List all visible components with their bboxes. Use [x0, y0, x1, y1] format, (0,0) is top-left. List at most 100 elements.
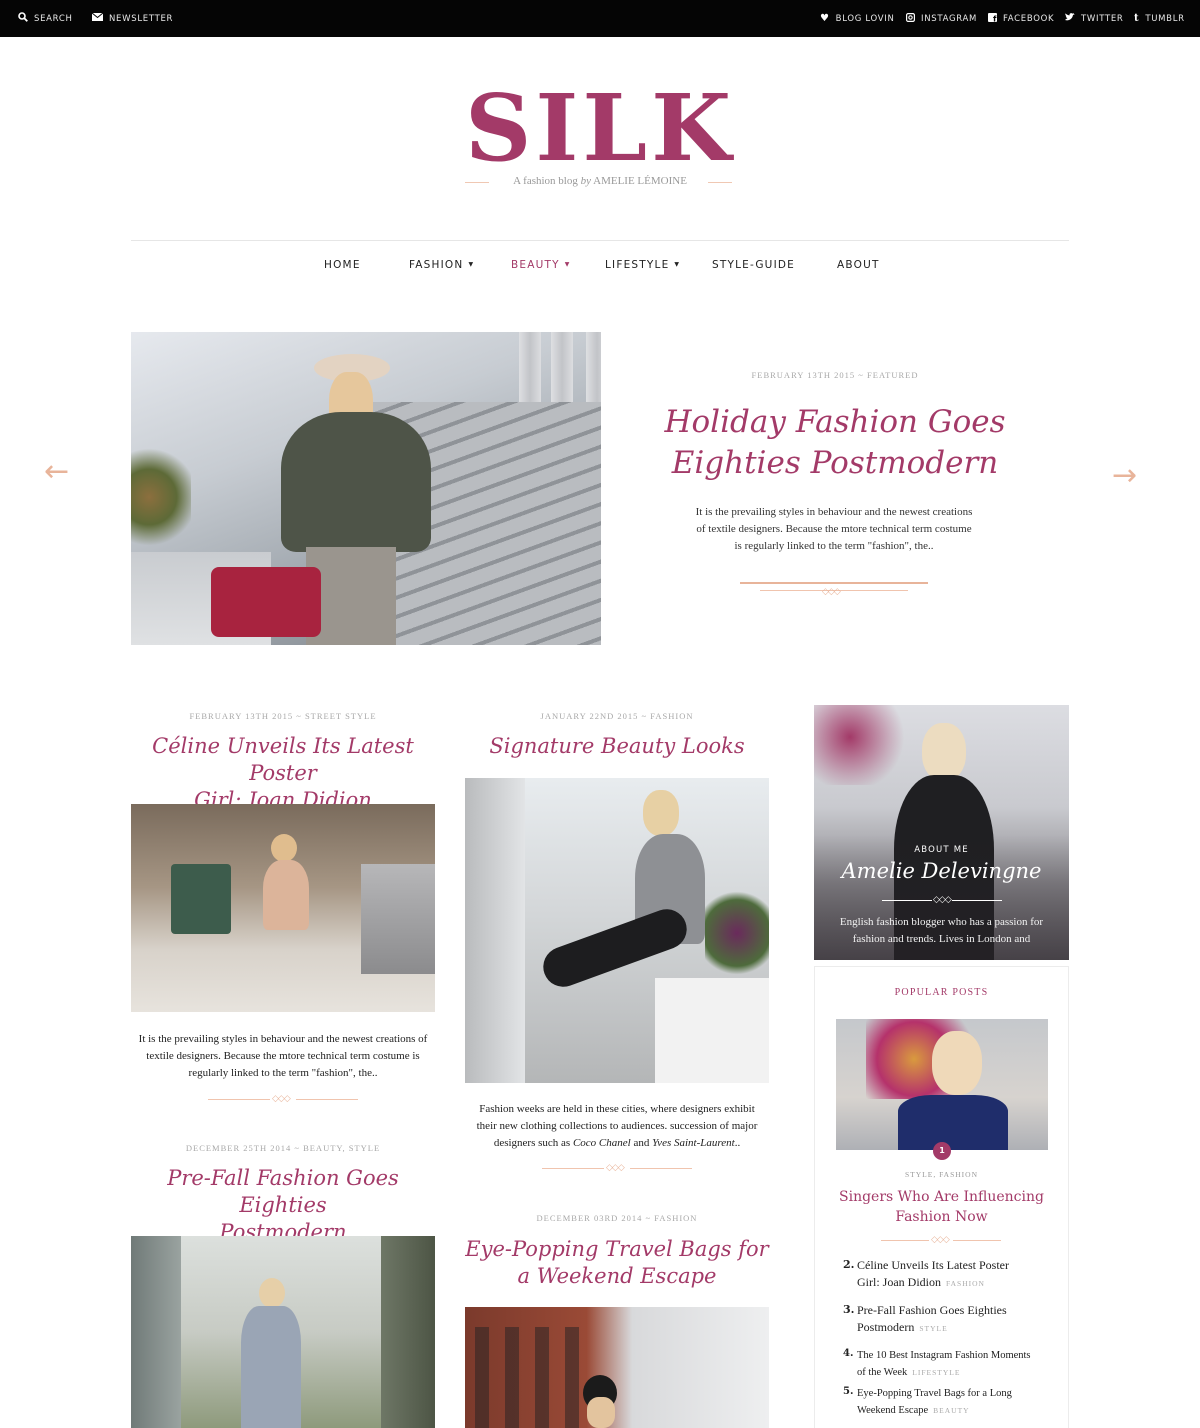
search-label: SEARCH [34, 13, 73, 24]
popular-item-3-number: 3. [843, 1303, 855, 1316]
popular-ornament-divider: ◇◇◇ [881, 1235, 1001, 1247]
graffiti-decoration [814, 705, 904, 785]
post3-title[interactable]: Pre-Fall Fashion Goes Eighties Postmoder… [131, 1165, 435, 1246]
post4-image[interactable] [465, 1307, 769, 1428]
facebook-link[interactable]: f FACEBOOK [988, 0, 1054, 37]
popular-heading: POPULAR POSTS [894, 987, 989, 998]
popular-rank-badge: 1 [933, 1142, 951, 1160]
envelope-icon [91, 12, 104, 24]
top-bar: SEARCH NEWSLETTER ♥ BLOG LOVIN INSTAGRAM… [0, 0, 1200, 37]
tagline-by: by [580, 175, 591, 187]
search-icon [18, 12, 28, 25]
heart-icon: ♥ [820, 13, 830, 24]
tagline-rule-right [708, 182, 732, 183]
popular-item-2-line1: Céline Unveils Its Latest Poster [857, 1258, 1009, 1272]
about-ornament-divider: ◇◇◇ [882, 895, 1002, 907]
popular-item-3-category[interactable]: STYLE [919, 1324, 947, 1333]
nav-beauty[interactable]: BEAUTY ▼ [511, 259, 571, 271]
slider-next-arrow-icon[interactable]: → [1112, 458, 1137, 493]
post4-meta: DECEMBER 03RD 2014 ~ FASHION [536, 1213, 698, 1223]
popular-item-2-number: 2. [843, 1258, 855, 1271]
post3-meta: DECEMBER 25TH 2014 ~ BEAUTY, STYLE [185, 1143, 381, 1153]
post1-meta: FEBRUARY 13TH 2015 ~ STREET STYLE [189, 711, 377, 721]
svg-text:f: f [993, 14, 997, 21]
featured-meta: FEBRUARY 13TH 2015 ~ FEATURED [751, 370, 919, 380]
nav-lifestyle[interactable]: LIFESTYLE ▼ [605, 259, 680, 271]
popular-item-5[interactable]: Eye-Popping Travel Bags for a Long Weeke… [857, 1385, 1062, 1419]
tagline-name: AMELIE LÉMOINE [590, 175, 687, 187]
slider-prev-arrow-icon[interactable]: ← [44, 454, 69, 489]
post2-excerpt-line3: designers such as Coco Chanel and Yves S… [465, 1135, 769, 1152]
post3-image[interactable] [131, 1236, 435, 1428]
post2-excerpt-line3-pre: designers such as [493, 1137, 573, 1149]
popular-item-4-line1: The 10 Best Instagram Fashion Moments [857, 1350, 1031, 1361]
nav-home[interactable]: HOME [324, 259, 361, 271]
popular-item-3[interactable]: Pre-Fall Fashion Goes Eighties Postmoder… [857, 1302, 1057, 1337]
popular-item-5-line2: Weekend Escape [857, 1405, 929, 1416]
facebook-icon: f [988, 12, 997, 25]
post1-image[interactable] [131, 804, 435, 1012]
newsletter-link[interactable]: NEWSLETTER [91, 0, 174, 37]
post2-title[interactable]: Signature Beauty Looks [465, 733, 769, 760]
bloglovin-label: BLOG LOVIN [835, 13, 895, 24]
site-logo[interactable]: SILK [0, 82, 1200, 174]
search-link[interactable]: SEARCH [18, 0, 73, 37]
nav-divider [131, 240, 1069, 241]
popular-item-4[interactable]: The 10 Best Instagram Fashion Moments of… [857, 1347, 1062, 1381]
popular-item-4-line2: of the Week [857, 1367, 908, 1378]
popular-item-2-category[interactable]: FASHION [946, 1279, 985, 1288]
popular-item-5-line1: Eye-Popping Travel Bags for a Long [857, 1388, 1012, 1399]
featured-image[interactable] [131, 332, 601, 645]
about-bio: English fashion blogger who has a passio… [814, 914, 1069, 948]
post4-title-line2: a Weekend Escape [517, 1264, 717, 1288]
nav-style-guide[interactable]: STYLE-GUIDE [712, 259, 795, 271]
facebook-label: FACEBOOK [1003, 13, 1055, 24]
post1-excerpt-line2: textile designers. Because the mtore tec… [146, 1050, 420, 1062]
post4-title[interactable]: Eye-Popping Travel Bags for a Weekend Es… [465, 1236, 769, 1290]
nav-beauty-label: BEAUTY [511, 259, 560, 271]
popular-item-5-category[interactable]: BEAUTY [933, 1406, 969, 1415]
nav-fashion[interactable]: FASHION ▼ [409, 259, 474, 271]
featured-excerpt-line1: It is the prevailing styles in behaviour… [695, 506, 973, 518]
popular-item-2[interactable]: Céline Unveils Its Latest Poster Girl: J… [857, 1257, 1057, 1292]
about-name: Amelie Delevingne [841, 859, 1042, 883]
featured-ornament-divider: ◇◇◇ [740, 577, 928, 597]
about-me-widget[interactable]: ABOUT ME Amelie Delevingne ◇◇◇ English f… [814, 705, 1069, 960]
popular-featured-title-line2: Fashion Now [895, 1209, 988, 1225]
twitter-link[interactable]: TWITTER [1065, 0, 1124, 37]
post2-meta: JANUARY 22ND 2015 ~ FASHION [540, 711, 694, 721]
bloglovin-link[interactable]: ♥ BLOG LOVIN [820, 0, 895, 37]
post2-excerpt-name1: Coco Chanel [572, 1137, 631, 1149]
caret-down-icon: ▼ [674, 261, 681, 268]
post4-title-line1: Eye-Popping Travel Bags for [465, 1237, 769, 1261]
post2-excerpt-line2: their new clothing collections to audien… [476, 1120, 758, 1132]
featured-excerpt-line3: is regularly linked to the term "fashion… [734, 540, 934, 552]
twitter-label: TWITTER [1081, 13, 1124, 24]
post1-excerpt: It is the prevailing styles in behaviour… [131, 1031, 435, 1082]
nav-fashion-label: FASHION [409, 259, 464, 271]
post2-title-line1: Signature Beauty Looks [489, 734, 745, 758]
popular-posts-widget: POPULAR POSTS 1 STYLE, FASHION Singers W… [814, 966, 1069, 1428]
featured-title-line2: Eighties Postmodern [671, 445, 999, 481]
site-tagline: A fashion blog by AMELIE LÉMOINE [0, 175, 1200, 187]
newsletter-label: NEWSLETTER [109, 13, 174, 24]
popular-featured-image[interactable] [836, 1019, 1048, 1150]
popular-item-3-line1: Pre-Fall Fashion Goes Eighties [857, 1303, 1007, 1317]
nav-about[interactable]: ABOUT [837, 259, 880, 271]
tumblr-link[interactable]: t TUMBLR [1134, 0, 1185, 37]
featured-excerpt-line2: of textile designers. Because the mtore … [696, 523, 972, 535]
post2-image[interactable] [465, 778, 769, 1083]
post1-title[interactable]: Céline Unveils Its Latest Poster Girl: J… [131, 733, 435, 814]
post1-excerpt-line1: It is the prevailing styles in behaviour… [138, 1033, 428, 1045]
instagram-label: INSTAGRAM [921, 13, 978, 24]
tagline-pre: A fashion blog [513, 175, 581, 187]
featured-title[interactable]: Holiday Fashion Goes Eighties Postmodern [650, 402, 1020, 484]
nav-lifestyle-label: LIFESTYLE [605, 259, 670, 271]
instagram-link[interactable]: INSTAGRAM [906, 0, 977, 37]
popular-item-2-line2: Girl: Joan Didion [857, 1275, 941, 1289]
featured-title-line1: Holiday Fashion Goes [664, 404, 1006, 440]
popular-item-4-category[interactable]: LIFESTYLE [912, 1368, 960, 1377]
post1-ornament-divider: ◇◇◇ [208, 1094, 358, 1106]
post2-excerpt-name2: Yves Saint-Laurent [652, 1137, 735, 1149]
popular-featured-title[interactable]: Singers Who Are Influencing Fashion Now [815, 1187, 1068, 1227]
